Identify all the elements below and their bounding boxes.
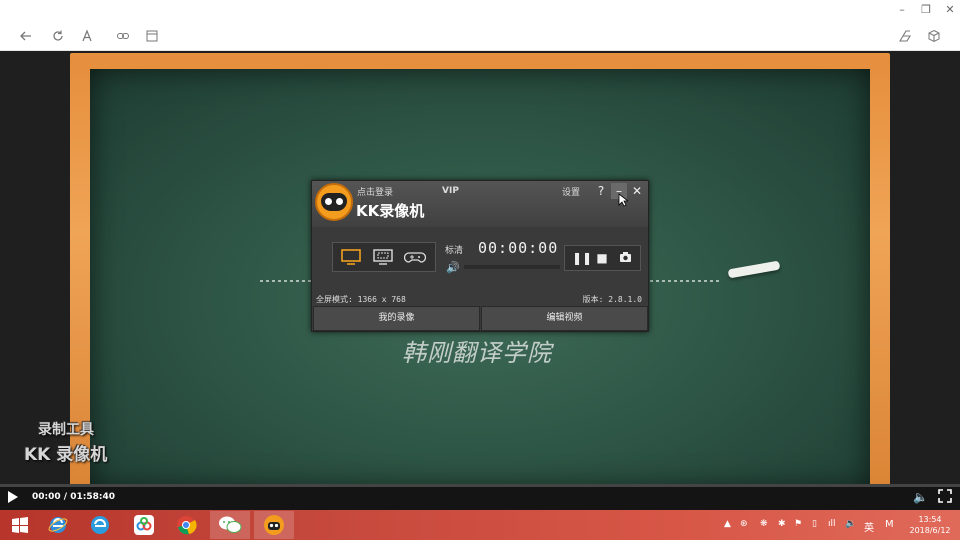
chrome-icon[interactable] [166, 511, 206, 539]
volume-icon[interactable]: 🔈 [913, 490, 928, 504]
back-icon[interactable] [18, 28, 34, 44]
volume-icon[interactable]: 🔊 [446, 261, 460, 274]
watermark-line1: 录制工具 [38, 422, 94, 438]
watermark-line2: KK 录像机 [24, 445, 108, 465]
kk-logo-icon [315, 183, 353, 221]
fullscreen-icon[interactable] [938, 489, 952, 507]
browser-toolbar [0, 22, 960, 51]
network-icon[interactable]: ıll [828, 519, 836, 529]
version-text: 版本: 2.8.1.0 [582, 295, 642, 304]
wechat-icon[interactable] [210, 511, 250, 539]
chalk-stick [727, 260, 781, 279]
windows-start-icon[interactable] [0, 511, 40, 539]
reader-icon[interactable] [144, 28, 160, 44]
board-caption: 韩刚翻译学院 [402, 339, 552, 367]
recorder-title: KK录像机 [356, 202, 425, 220]
quality-label[interactable]: 标清 [445, 243, 463, 256]
clock-time: 13:54 [918, 515, 942, 524]
game-mode-icon[interactable] [403, 248, 427, 266]
login-link[interactable]: 点击登录 [357, 185, 393, 198]
battery-icon[interactable]: ▯ [812, 519, 817, 529]
ie-icon[interactable] [38, 511, 78, 539]
share-icon[interactable] [897, 28, 913, 44]
tray-expand-icon[interactable]: ▲ [724, 519, 731, 529]
my-videos-button[interactable]: 我的录像 [313, 306, 480, 331]
text-icon[interactable] [79, 28, 95, 44]
playback-time: 00:00 / 01:58:40 [32, 492, 115, 502]
seek-bar[interactable] [0, 484, 960, 487]
vip-link[interactable]: VIP [442, 186, 459, 196]
edge-icon[interactable] [80, 511, 120, 539]
pause-icon[interactable]: ❚❚ [572, 251, 592, 265]
record-controls: ❚❚ ■ [564, 245, 641, 271]
kk-recorder-window: 点击登录 VIP KK录像机 设置 ? – ✕ 标清 🔊 00:00:00 ❚❚… [311, 180, 649, 332]
stop-icon[interactable]: ■ [595, 251, 609, 265]
screenshot-icon[interactable] [618, 251, 632, 265]
link-icon[interactable] [115, 28, 131, 44]
close-recorder-button[interactable]: ✕ [629, 183, 645, 199]
antivirus-tray-icon[interactable]: ⊛ [740, 519, 748, 529]
kk-recorder-icon[interactable] [254, 511, 294, 539]
minimize-button[interactable]: – [894, 3, 910, 16]
volume-bar[interactable] [464, 265, 560, 269]
flag-icon[interactable]: ⚑ [794, 519, 802, 529]
refresh-icon[interactable] [50, 28, 66, 44]
ime-indicator[interactable]: 英 [864, 519, 874, 534]
extensions-icon[interactable] [926, 28, 942, 44]
clock-date: 2018/6/12 [909, 526, 951, 535]
settings-link[interactable]: 设置 [562, 185, 580, 198]
taskbar: ▲ ⊛ ❋ ✱ ⚑ ▯ ıll 🔉 英 M 13:54 2018/6/12 [0, 510, 960, 540]
edit-video-button[interactable]: 编辑视频 [481, 306, 648, 331]
help-button[interactable]: ? [593, 183, 609, 199]
restore-button[interactable]: ❐ [918, 3, 934, 16]
region-mode-icon[interactable] [372, 248, 394, 266]
fullscreen-mode-icon[interactable] [340, 248, 362, 266]
record-timer: 00:00:00 [478, 239, 559, 257]
recorder-header: 点击登录 VIP KK录像机 设置 ? – ✕ [312, 181, 648, 227]
record-mode-group [332, 242, 436, 272]
baidu-netdisk-icon[interactable] [124, 511, 164, 539]
bluetooth-icon[interactable]: ✱ [778, 519, 786, 529]
ime-mode-icon[interactable]: M [885, 519, 894, 530]
taskbar-clock[interactable]: 13:54 2018/6/12 [906, 514, 954, 536]
mouse-cursor-icon [618, 192, 630, 211]
mode-resolution-text: 全屏模式: 1366 x 768 [316, 295, 406, 304]
app-tray-icon[interactable]: ❋ [760, 519, 768, 529]
video-player[interactable]: 韩刚翻译学院 录制工具 KK 录像机 点击登录 VIP KK录像机 设置 ? –… [0, 51, 960, 510]
speaker-icon[interactable]: 🔉 [845, 519, 856, 529]
title-bar: – ❐ ✕ [0, 0, 960, 22]
close-button[interactable]: ✕ [942, 3, 958, 16]
play-icon[interactable] [8, 491, 18, 503]
player-controls: 00:00 / 01:58:40 🔈 [0, 484, 960, 510]
